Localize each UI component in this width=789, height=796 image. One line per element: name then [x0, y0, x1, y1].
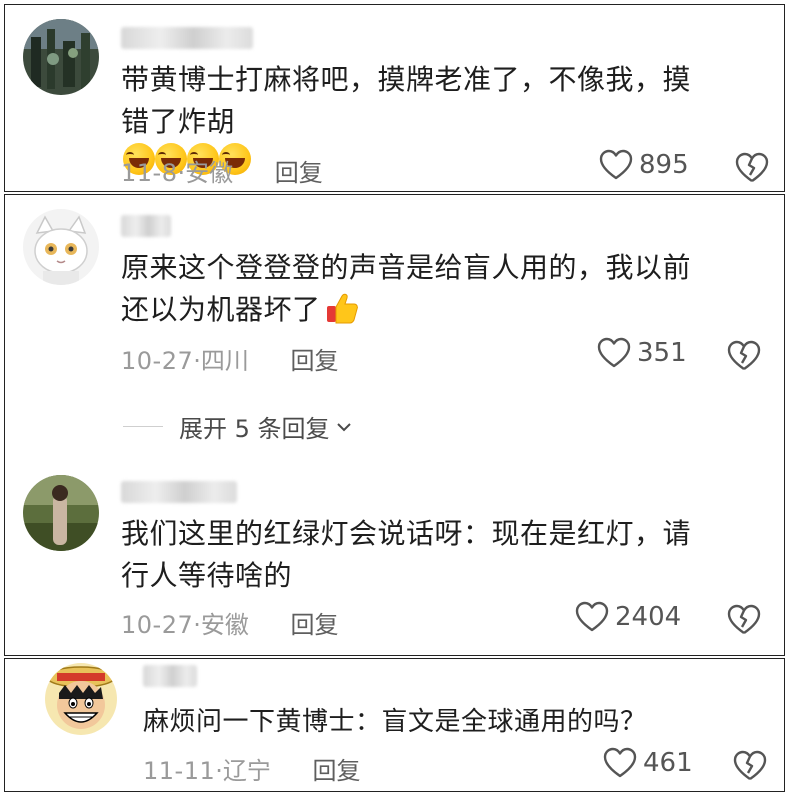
broken-heart-icon[interactable] [727, 604, 761, 636]
heart-icon [599, 149, 633, 180]
comment-panel: 原来这个登登登的声音是给盲人用的，我以前 还以为机器坏了 10-27·四川 回复… [4, 194, 785, 656]
comment-text-line: 带黄博士打麻将吧，摸牌老准了，不像我，摸 [121, 63, 692, 96]
like-button[interactable]: 351 [597, 337, 687, 369]
username-blurred[interactable] [121, 481, 237, 503]
comment-location: 辽宁 [222, 757, 271, 785]
avatar[interactable] [23, 19, 99, 95]
comment-meta: 10-27·安徽 回复 [121, 605, 339, 640]
username-blurred[interactable] [121, 215, 171, 237]
comment-text-line: 行人等待啥的 [121, 559, 293, 592]
comment-text: 我们这里的红绿灯会说话呀：现在是红灯，请 行人等待啥的 [121, 513, 691, 597]
comment-text-line: 我们这里的红绿灯会说话呀：现在是红灯，请 [121, 517, 692, 550]
heart-icon [597, 337, 631, 368]
comment-text: 原来这个登登登的声音是给盲人用的，我以前 还以为机器坏了 [121, 247, 691, 331]
comment-date: 10-27 [121, 347, 194, 375]
comment-panel: 带黄博士打麻将吧，摸牌老准了，不像我，摸 错了炸胡 11-8·安徽 回复 895 [4, 4, 785, 192]
heart-icon [603, 747, 637, 778]
broken-heart-icon[interactable] [733, 750, 767, 782]
like-count: 2404 [615, 602, 682, 632]
broken-heart-icon[interactable] [735, 152, 769, 184]
avatar[interactable] [23, 209, 99, 285]
expand-replies-button[interactable]: 展开 5 条回复 [123, 409, 352, 444]
avatar[interactable] [23, 475, 99, 551]
reply-button[interactable]: 回复 [275, 159, 323, 187]
username-blurred[interactable] [143, 665, 197, 687]
expand-replies-label: 展开 5 条回复 [179, 415, 330, 443]
reply-button[interactable]: 回复 [291, 611, 339, 639]
comment-location: 安徽 [200, 611, 249, 639]
reply-button[interactable]: 回复 [313, 757, 361, 785]
meta-separator: · [177, 159, 186, 187]
meta-separator: · [193, 611, 201, 639]
like-count: 895 [639, 150, 689, 180]
reply-button[interactable]: 回复 [291, 347, 339, 375]
comment-panel: 麻烦问一下黄博士：盲文是全球通用的吗？ 11-11·辽宁 回复 461 [4, 658, 785, 792]
comment-text-line: 还以为机器坏了 [121, 289, 691, 331]
heart-icon [575, 601, 609, 632]
avatar[interactable] [45, 663, 117, 735]
like-button[interactable]: 461 [603, 747, 693, 779]
broken-heart-icon[interactable] [727, 340, 761, 372]
comment-date: 11-8 [121, 159, 178, 187]
chevron-down-icon [336, 422, 351, 431]
comment-location: 安徽 [185, 159, 234, 187]
expand-divider [123, 425, 163, 428]
like-count: 351 [637, 338, 687, 368]
comment-location: 四川 [200, 347, 249, 375]
like-count: 461 [643, 748, 693, 778]
like-button[interactable]: 2404 [575, 601, 681, 633]
username-blurred[interactable] [121, 27, 253, 49]
comment-text-line: 原来这个登登登的声音是给盲人用的，我以前 [121, 251, 692, 284]
meta-separator: · [193, 347, 201, 375]
comment-meta: 11-8·安徽 回复 [121, 153, 323, 188]
comment-text-line: 麻烦问一下黄博士：盲文是全球通用的吗？ [143, 707, 647, 737]
like-button[interactable]: 895 [599, 149, 689, 181]
comment-date: 11-11 [143, 757, 216, 785]
comment-meta: 11-11·辽宁 回复 [143, 751, 361, 786]
meta-separator: · [215, 757, 223, 785]
thumbs-up-emoji-icon [326, 293, 358, 324]
comment-text: 麻烦问一下黄博士：盲文是全球通用的吗？ [143, 701, 647, 743]
comment-date: 10-27 [121, 611, 194, 639]
comment-meta: 10-27·四川 回复 [121, 341, 339, 376]
